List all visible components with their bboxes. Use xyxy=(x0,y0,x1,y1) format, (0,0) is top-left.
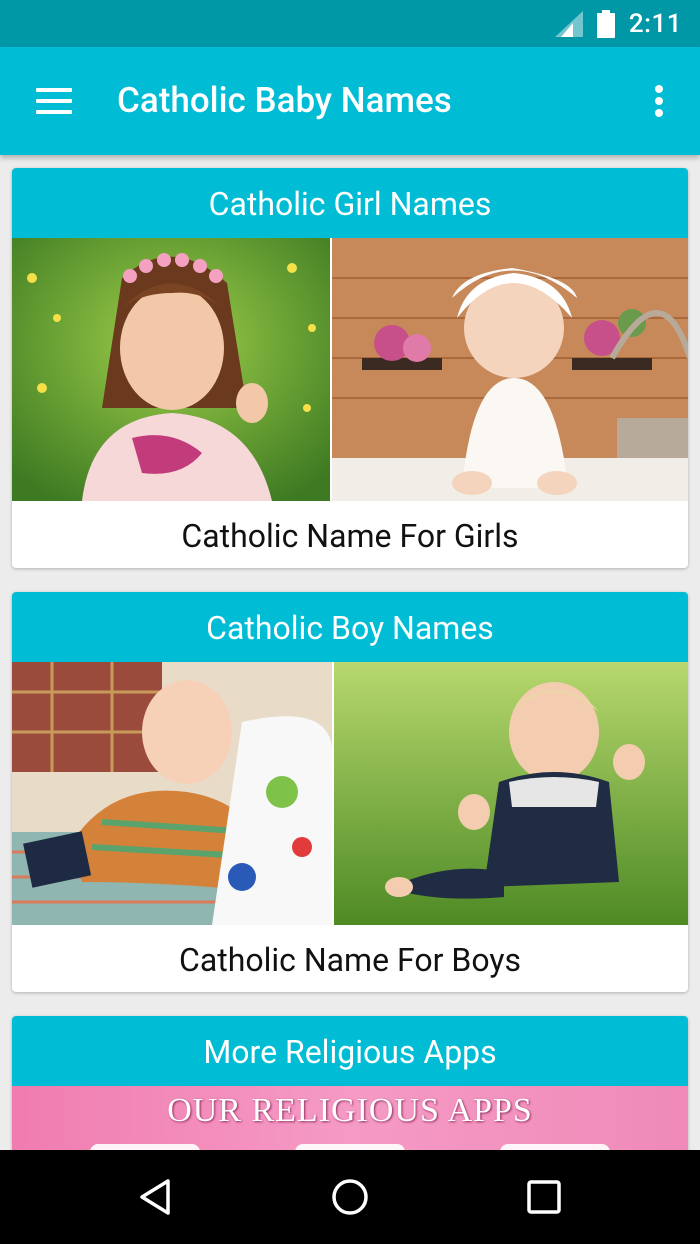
card-header: Catholic Girl Names xyxy=(12,168,688,238)
content-list: Catholic Girl Names Catholic Name For Gi… xyxy=(0,155,700,1150)
card-header: More Religious Apps xyxy=(12,1016,688,1086)
baby-girl-in-bonnet-image xyxy=(330,238,688,501)
app-title: Catholic Baby Names xyxy=(117,80,452,121)
card-image-strip xyxy=(12,238,688,501)
card-image-strip xyxy=(12,662,688,925)
recents-icon[interactable] xyxy=(524,1177,564,1217)
card-caption: Catholic Name For Boys xyxy=(178,941,522,979)
more-vert-icon[interactable] xyxy=(644,81,674,121)
banner-text: OUR RELIGIOUS APPS xyxy=(167,1092,533,1129)
sitting-baby-boy-on-grass-image xyxy=(332,662,688,925)
status-time: 2:11 xyxy=(628,8,682,39)
app-bar: Catholic Baby Names xyxy=(0,47,700,155)
back-icon[interactable] xyxy=(136,1177,176,1217)
girl-names-card[interactable]: Catholic Girl Names Catholic Name For Gi… xyxy=(12,168,688,568)
system-nav-bar xyxy=(0,1150,700,1244)
home-icon[interactable] xyxy=(330,1177,370,1217)
crawling-baby-boy-image xyxy=(12,662,332,925)
hamburger-menu-icon[interactable] xyxy=(30,80,78,122)
card-caption: Catholic Name For Girls xyxy=(181,517,519,555)
card-header: Catholic Boy Names xyxy=(12,592,688,662)
girl-with-flower-crown-image xyxy=(12,238,330,501)
boy-names-card[interactable]: Catholic Boy Names Catholic Name For Boy… xyxy=(12,592,688,992)
signal-icon xyxy=(554,10,583,37)
status-bar: 2:11 xyxy=(0,0,700,47)
more-religious-apps-card[interactable]: More Religious Apps OUR RELIGIOUS APPS xyxy=(12,1016,688,1150)
battery-icon xyxy=(596,9,615,38)
religious-apps-banner: OUR RELIGIOUS APPS xyxy=(12,1086,688,1150)
